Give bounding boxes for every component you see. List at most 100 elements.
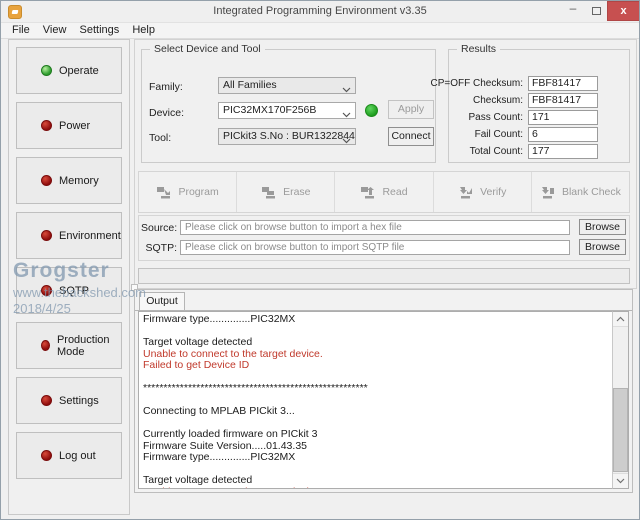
output-line: Currently loaded firmware on PICkit 3 — [143, 429, 610, 441]
fail-count-field: 6 — [528, 127, 598, 142]
pass-count-label: Pass Count: — [469, 112, 523, 123]
close-button[interactable]: x — [607, 1, 640, 21]
sidebar-item-environment[interactable]: Environment — [16, 212, 122, 259]
menu-bar: File View Settings Help — [1, 23, 639, 39]
sidebar-item-label: Memory — [59, 175, 99, 187]
output-line: Connecting to MPLAB PICkit 3... — [143, 406, 610, 418]
family-dropdown[interactable]: All Families — [218, 77, 356, 94]
sidebar-item-operate[interactable]: Operate — [16, 47, 122, 94]
device-dropdown[interactable]: PIC32MX170F256B — [218, 102, 356, 119]
scroll-down-icon[interactable] — [613, 473, 628, 488]
sidebar-item-logout[interactable]: Log out — [16, 432, 122, 479]
menu-help[interactable]: Help — [127, 23, 160, 37]
read-button[interactable]: Read — [335, 172, 433, 212]
action-label: Erase — [283, 186, 310, 198]
tool-value: PICkit3 S.No : BUR132284452 — [223, 130, 356, 142]
device-status-dot — [365, 104, 378, 117]
sidebar-item-power[interactable]: Power — [16, 102, 122, 149]
pass-count-field: 171 — [528, 110, 598, 125]
sidebar-item-memory[interactable]: Memory — [16, 157, 122, 204]
output-scrollbar[interactable] — [612, 311, 629, 489]
output-line: Firmware type..............PIC32MX — [143, 452, 610, 464]
file-import-panel: Source: Please click on browse button to… — [138, 215, 630, 261]
scrollbar-thumb[interactable] — [613, 388, 628, 472]
apply-button[interactable]: Apply — [388, 100, 434, 119]
fail-count-label: Fail Count: — [475, 129, 523, 140]
sidebar-item-label: Settings — [59, 395, 99, 407]
output-line: ****************************************… — [143, 383, 610, 395]
device-label: Device: — [149, 107, 184, 119]
program-button[interactable]: Program — [139, 172, 237, 212]
scroll-up-icon[interactable] — [613, 312, 628, 327]
sidebar-item-label: Environment — [59, 230, 121, 242]
output-text[interactable]: Firmware type..............PIC32MX Targe… — [138, 311, 614, 489]
title-bar[interactable]: Integrated Programming Environment v3.35… — [1, 1, 639, 23]
connect-button[interactable]: Connect — [388, 127, 434, 146]
tool-dropdown[interactable]: PICkit3 S.No : BUR132284452 — [218, 128, 356, 145]
checksum-field: FBF81417 — [528, 93, 598, 108]
sqtp-input[interactable]: Please click on browse button to import … — [180, 240, 570, 255]
red-led-icon — [41, 175, 52, 186]
chevron-down-icon — [342, 83, 351, 94]
device-tool-group-title: Select Device and Tool — [150, 43, 265, 55]
chevron-down-icon — [342, 108, 351, 119]
output-panel: Output Firmware type..............PIC32M… — [134, 289, 633, 493]
window-title: Integrated Programming Environment v3.35 — [1, 5, 639, 17]
maximize-button[interactable] — [585, 1, 607, 21]
source-browse-button[interactable]: Browse — [579, 219, 626, 235]
red-led-icon — [41, 395, 52, 406]
action-label: Blank Check — [562, 186, 621, 198]
output-line: Unable to connect to the target device. — [143, 487, 610, 490]
erase-icon — [261, 186, 277, 199]
verify-icon — [458, 186, 474, 199]
red-led-icon — [41, 340, 50, 351]
red-led-icon — [41, 450, 52, 461]
tab-output[interactable]: Output — [139, 292, 185, 310]
sidebar-item-production-mode[interactable]: Production Mode — [16, 322, 122, 369]
green-led-icon — [41, 65, 52, 76]
menu-view[interactable]: View — [38, 23, 72, 37]
output-line: Target voltage detected — [143, 337, 610, 349]
output-line: Target voltage detected — [143, 475, 610, 487]
sidebar-item-settings[interactable]: Settings — [16, 377, 122, 424]
menu-file[interactable]: File — [7, 23, 35, 37]
results-group-title: Results — [457, 43, 500, 55]
source-input[interactable]: Please click on browse button to import … — [180, 220, 570, 235]
erase-button[interactable]: Erase — [237, 172, 335, 212]
app-window: Integrated Programming Environment v3.35… — [0, 0, 640, 520]
checksum-label: Checksum: — [473, 95, 523, 106]
blank-check-button[interactable]: Blank Check — [532, 172, 629, 212]
maximize-icon — [592, 7, 601, 15]
sqtp-browse-button[interactable]: Browse — [579, 239, 626, 255]
action-label: Program — [178, 186, 218, 198]
sidebar-item-label: Log out — [59, 450, 96, 462]
sidebar-item-label: Operate — [59, 65, 99, 77]
device-value: PIC32MX170F256B — [223, 104, 316, 116]
cp-off-checksum-label: CP=OFF Checksum: — [430, 78, 523, 89]
program-icon — [156, 186, 172, 199]
chevron-down-icon — [342, 134, 351, 145]
output-line: Failed to get Device ID — [143, 360, 610, 372]
verify-button[interactable]: Verify — [434, 172, 532, 212]
sidebar-item-sqtp[interactable]: SQTP — [16, 267, 122, 314]
menu-settings[interactable]: Settings — [75, 23, 125, 37]
red-led-icon — [41, 285, 52, 296]
source-label: Source: — [141, 222, 177, 234]
action-label: Verify — [480, 186, 506, 198]
sidebar-item-label: SQTP — [59, 285, 89, 297]
sqtp-label: SQTP: — [141, 242, 177, 254]
tool-label: Tool: — [149, 132, 171, 144]
read-icon — [360, 186, 376, 199]
red-led-icon — [41, 230, 52, 241]
output-line: Firmware type..............PIC32MX — [143, 314, 610, 326]
progress-bar — [138, 268, 630, 284]
minimize-button[interactable]: – — [562, 1, 584, 21]
sidebar-item-label: Production Mode — [57, 334, 121, 358]
total-count-label: Total Count: — [470, 146, 523, 157]
action-button-row: Program Erase Read Verify Blank Check — [138, 171, 630, 213]
family-value: All Families — [223, 79, 277, 91]
sidebar: Operate Power Memory Environment SQTP Pr… — [8, 39, 130, 515]
red-led-icon — [41, 120, 52, 131]
blank-check-icon — [540, 186, 556, 199]
family-label: Family: — [149, 81, 183, 93]
